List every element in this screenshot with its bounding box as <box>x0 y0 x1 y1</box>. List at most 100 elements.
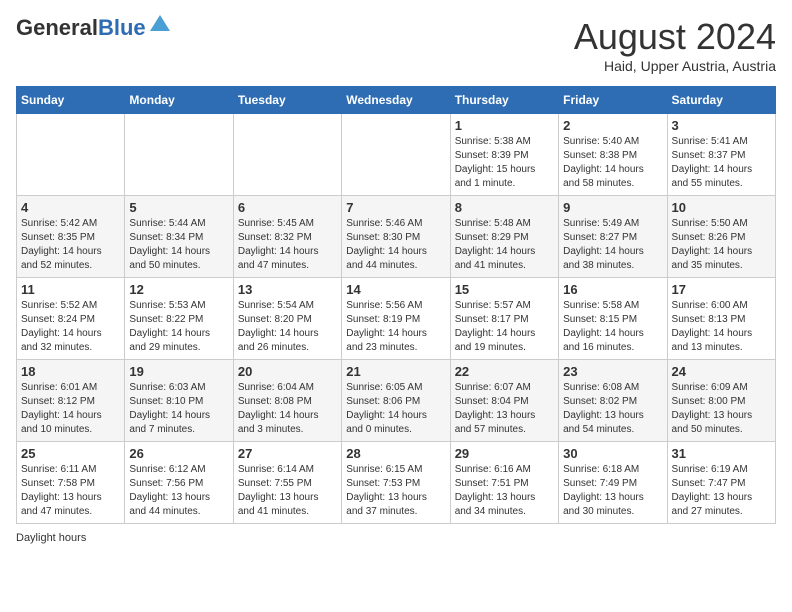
calendar-cell: 14 Sunrise: 5:56 AM Sunset: 8:19 PM Dayli… <box>342 278 450 360</box>
calendar-cell: 10 Sunrise: 5:50 AM Sunset: 8:26 PM Dayli… <box>667 196 775 278</box>
day-info: Sunrise: 5:58 AM Sunset: 8:15 PM Dayligh… <box>563 299 662 355</box>
calendar-cell: 12Sunrise: 5:53 AM Sunset: 8:22 PM Dayli… <box>125 278 233 360</box>
calendar-cell: 25 Sunrise: 6:11 AM Sunset: 7:58 PM Dayli… <box>17 442 125 524</box>
day-number: 24 <box>672 364 771 379</box>
calendar-cell: 19 Sunrise: 6:03 AM Sunset: 8:10 PM Dayli… <box>125 360 233 442</box>
day-number: 18 <box>21 364 120 379</box>
day-info: Sunrise: 6:11 AM Sunset: 7:58 PM Dayligh… <box>21 463 120 519</box>
header-day: Friday <box>559 87 667 114</box>
day-info: Sunrise: 6:01 AM Sunset: 8:12 PM Dayligh… <box>21 381 120 437</box>
day-number: 30 <box>563 446 662 461</box>
day-number: 31 <box>672 446 771 461</box>
calendar-cell: 22Sunrise: 6:07 AM Sunset: 8:04 PM Dayli… <box>450 360 558 442</box>
day-number: 15 <box>455 282 554 297</box>
calendar-cell: 28Sunrise: 6:15 AM Sunset: 7:53 PM Dayli… <box>342 442 450 524</box>
day-number: 20 <box>238 364 337 379</box>
day-number: 22 <box>455 364 554 379</box>
logo: GeneralBlue <box>16 16 170 40</box>
calendar-cell <box>233 114 341 196</box>
week-row: 4 Sunrise: 5:42 AM Sunset: 8:35 PM Daylig… <box>17 196 776 278</box>
header-day: Saturday <box>667 87 775 114</box>
calendar-cell: 21Sunrise: 6:05 AM Sunset: 8:06 PM Dayli… <box>342 360 450 442</box>
day-number: 7 <box>346 200 445 215</box>
calendar-cell <box>342 114 450 196</box>
calendar-cell: 29Sunrise: 6:16 AM Sunset: 7:51 PM Dayli… <box>450 442 558 524</box>
logo-text: GeneralBlue <box>16 16 146 40</box>
day-number: 4 <box>21 200 120 215</box>
calendar-cell: 8Sunrise: 5:48 AM Sunset: 8:29 PM Daylig… <box>450 196 558 278</box>
day-info: Sunrise: 6:05 AM Sunset: 8:06 PM Dayligh… <box>346 381 445 437</box>
day-number: 9 <box>563 200 662 215</box>
week-row: 11 Sunrise: 5:52 AM Sunset: 8:24 PM Dayli… <box>17 278 776 360</box>
day-info: Sunrise: 5:50 AM Sunset: 8:26 PM Dayligh… <box>672 217 771 273</box>
calendar-cell: 15 Sunrise: 5:57 AM Sunset: 8:17 PM Dayli… <box>450 278 558 360</box>
calendar-cell: 17 Sunrise: 6:00 AM Sunset: 8:13 PM Dayli… <box>667 278 775 360</box>
day-number: 2 <box>563 118 662 133</box>
day-info: Sunrise: 5:49 AM Sunset: 8:27 PM Dayligh… <box>563 217 662 273</box>
day-info: Sunrise: 6:14 AM Sunset: 7:55 PM Dayligh… <box>238 463 337 519</box>
calendar-cell: 11 Sunrise: 5:52 AM Sunset: 8:24 PM Dayli… <box>17 278 125 360</box>
day-info: Sunrise: 5:53 AM Sunset: 8:22 PM Dayligh… <box>129 299 228 355</box>
day-number: 11 <box>21 282 120 297</box>
day-number: 26 <box>129 446 228 461</box>
day-number: 16 <box>563 282 662 297</box>
day-number: 13 <box>238 282 337 297</box>
logo-blue: Blue <box>98 15 146 40</box>
calendar-cell <box>17 114 125 196</box>
day-info: Sunrise: 5:38 AM Sunset: 8:39 PM Dayligh… <box>455 135 554 191</box>
day-number: 14 <box>346 282 445 297</box>
calendar-body: 1 Sunrise: 5:38 AM Sunset: 8:39 PM Daylig… <box>17 114 776 524</box>
day-info: Sunrise: 5:52 AM Sunset: 8:24 PM Dayligh… <box>21 299 120 355</box>
day-info: Sunrise: 5:40 AM Sunset: 8:38 PM Dayligh… <box>563 135 662 191</box>
location: Haid, Upper Austria, Austria <box>574 58 776 74</box>
day-number: 10 <box>672 200 771 215</box>
header-row: SundayMondayTuesdayWednesdayThursdayFrid… <box>17 87 776 114</box>
page-header: GeneralBlue August 2024 Haid, Upper Aust… <box>16 16 776 74</box>
footer-note: Daylight hours <box>16 532 776 544</box>
calendar-cell: 16 Sunrise: 5:58 AM Sunset: 8:15 PM Dayli… <box>559 278 667 360</box>
day-number: 19 <box>129 364 228 379</box>
month-title: August 2024 <box>574 16 776 58</box>
week-row: 18 Sunrise: 6:01 AM Sunset: 8:12 PM Dayli… <box>17 360 776 442</box>
day-info: Sunrise: 5:44 AM Sunset: 8:34 PM Dayligh… <box>129 217 228 273</box>
calendar-cell: 18 Sunrise: 6:01 AM Sunset: 8:12 PM Dayli… <box>17 360 125 442</box>
header-day: Sunday <box>17 87 125 114</box>
calendar-cell: 31 Sunrise: 6:19 AM Sunset: 7:47 PM Dayli… <box>667 442 775 524</box>
day-info: Sunrise: 6:12 AM Sunset: 7:56 PM Dayligh… <box>129 463 228 519</box>
day-info: Sunrise: 6:04 AM Sunset: 8:08 PM Dayligh… <box>238 381 337 437</box>
day-info: Sunrise: 5:57 AM Sunset: 8:17 PM Dayligh… <box>455 299 554 355</box>
day-info: Sunrise: 6:19 AM Sunset: 7:47 PM Dayligh… <box>672 463 771 519</box>
calendar-cell: 23Sunrise: 6:08 AM Sunset: 8:02 PM Dayli… <box>559 360 667 442</box>
day-info: Sunrise: 5:48 AM Sunset: 8:29 PM Dayligh… <box>455 217 554 273</box>
calendar-cell <box>125 114 233 196</box>
day-info: Sunrise: 6:18 AM Sunset: 7:49 PM Dayligh… <box>563 463 662 519</box>
day-info: Sunrise: 5:46 AM Sunset: 8:30 PM Dayligh… <box>346 217 445 273</box>
day-number: 27 <box>238 446 337 461</box>
day-info: Sunrise: 6:09 AM Sunset: 8:00 PM Dayligh… <box>672 381 771 437</box>
calendar-header: SundayMondayTuesdayWednesdayThursdayFrid… <box>17 87 776 114</box>
day-info: Sunrise: 6:03 AM Sunset: 8:10 PM Dayligh… <box>129 381 228 437</box>
day-info: Sunrise: 5:56 AM Sunset: 8:19 PM Dayligh… <box>346 299 445 355</box>
day-number: 29 <box>455 446 554 461</box>
day-info: Sunrise: 6:15 AM Sunset: 7:53 PM Dayligh… <box>346 463 445 519</box>
day-info: Sunrise: 6:00 AM Sunset: 8:13 PM Dayligh… <box>672 299 771 355</box>
calendar-cell: 20 Sunrise: 6:04 AM Sunset: 8:08 PM Dayli… <box>233 360 341 442</box>
logo-icon <box>150 13 170 33</box>
calendar-cell: 1 Sunrise: 5:38 AM Sunset: 8:39 PM Daylig… <box>450 114 558 196</box>
calendar-cell: 6Sunrise: 5:45 AM Sunset: 8:32 PM Daylig… <box>233 196 341 278</box>
header-day: Tuesday <box>233 87 341 114</box>
calendar-cell: 30 Sunrise: 6:18 AM Sunset: 7:49 PM Dayli… <box>559 442 667 524</box>
day-number: 6 <box>238 200 337 215</box>
day-number: 25 <box>21 446 120 461</box>
calendar-cell: 3Sunrise: 5:41 AM Sunset: 8:37 PM Daylig… <box>667 114 775 196</box>
day-info: Sunrise: 5:42 AM Sunset: 8:35 PM Dayligh… <box>21 217 120 273</box>
calendar-cell: 4 Sunrise: 5:42 AM Sunset: 8:35 PM Daylig… <box>17 196 125 278</box>
header-day: Thursday <box>450 87 558 114</box>
calendar-cell: 24 Sunrise: 6:09 AM Sunset: 8:00 PM Dayli… <box>667 360 775 442</box>
calendar-cell: 7 Sunrise: 5:46 AM Sunset: 8:30 PM Daylig… <box>342 196 450 278</box>
logo-general: General <box>16 15 98 40</box>
day-number: 1 <box>455 118 554 133</box>
day-number: 3 <box>672 118 771 133</box>
day-number: 17 <box>672 282 771 297</box>
day-info: Sunrise: 5:54 AM Sunset: 8:20 PM Dayligh… <box>238 299 337 355</box>
